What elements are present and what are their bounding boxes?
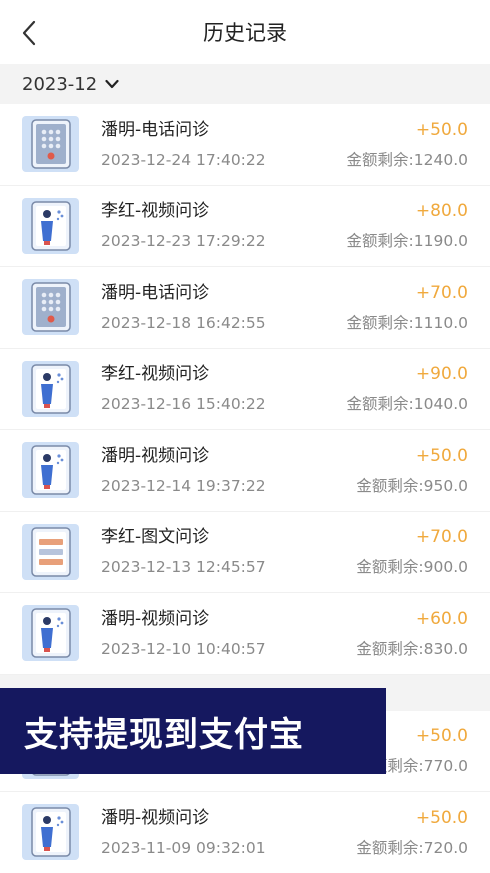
phone-keypad-icon: [30, 119, 71, 169]
record-amounts: +70.0 金额剩余:1110.0: [347, 282, 468, 333]
record-time: 2023-12-10 10:40:57: [101, 639, 266, 658]
record-title: 潘明-视频问诊: [101, 807, 210, 828]
consult-thumbnail: [22, 605, 79, 662]
record-balance: 金额剩余:830.0: [356, 639, 468, 658]
record-row[interactable]: 潘明-电话问诊 2023-12-24 17:40:22 +50.0 金额剩余:1…: [0, 104, 490, 186]
consult-thumbnail: [22, 116, 79, 173]
record-row[interactable]: 李红-图文问诊 2023-12-13 12:45:57 +70.0 金额剩余:9…: [0, 511, 490, 593]
record-amounts: +50.0 金额剩余:720.0: [356, 807, 468, 858]
record-info: 李红-图文问诊 2023-12-13 12:45:57: [101, 526, 356, 577]
consult-thumbnail: [22, 279, 79, 336]
record-amounts: +80.0 金额剩余:1190.0: [347, 200, 468, 251]
consult-thumbnail: [22, 442, 79, 499]
record-amounts: +90.0 金额剩余:1040.0: [347, 363, 468, 414]
record-row[interactable]: 李红-视频问诊 2023-12-23 17:29:22 +80.0 金额剩余:1…: [0, 185, 490, 267]
record-amount: +70.0: [415, 282, 468, 303]
record-amounts: +50.0 金额剩余:950.0: [356, 445, 468, 496]
record-balance: 金额剩余:1190.0: [346, 232, 468, 251]
month-selector-2023-12[interactable]: 2023-12: [0, 64, 490, 104]
record-title: 潘明-视频问诊: [101, 445, 210, 466]
video-doctor-icon: [30, 364, 71, 414]
record-time: 2023-12-16 15:40:22: [101, 395, 266, 414]
record-balance: 金额剩余:720.0: [356, 838, 468, 857]
record-time: 2023-12-24 17:40:22: [101, 150, 266, 169]
record-amount: +90.0: [415, 364, 468, 385]
record-amount: +60.0: [415, 608, 468, 629]
record-balance: 金额剩余:950.0: [356, 476, 468, 495]
record-balance: 金额剩余:1110.0: [346, 313, 468, 332]
video-doctor-icon: [30, 807, 71, 857]
consult-thumbnail: [22, 804, 79, 861]
record-info: 李红-视频问诊 2023-12-16 15:40:22: [101, 363, 347, 414]
record-row[interactable]: 潘明-电话问诊 2023-12-18 16:42:55 +70.0 金额剩余:1…: [0, 267, 490, 349]
chevron-left-icon: [22, 20, 36, 46]
record-row[interactable]: 潘明-视频问诊 2023-12-14 19:37:22 +50.0 金额剩余:9…: [0, 430, 490, 512]
video-doctor-icon: [30, 608, 71, 658]
promo-banner: 支持提现到支付宝: [0, 688, 386, 774]
phone-keypad-icon: [30, 282, 71, 332]
record-amount: +70.0: [415, 527, 468, 548]
record-time: 2023-12-13 12:45:57: [101, 558, 266, 577]
record-balance: 金额剩余:1040.0: [346, 395, 468, 414]
record-info: 潘明-电话问诊 2023-12-24 17:40:22: [101, 119, 347, 170]
chevron-down-icon: [105, 79, 119, 89]
consult-thumbnail: [22, 360, 79, 417]
record-row[interactable]: 潘明-视频问诊 2023-11-09 09:32:01 +50.0 金额剩余:7…: [0, 792, 490, 873]
record-title: 潘明-电话问诊: [101, 119, 210, 140]
record-amount: +80.0: [415, 201, 468, 222]
record-info: 潘明-视频问诊 2023-12-14 19:37:22: [101, 445, 356, 496]
record-amount: +50.0: [415, 445, 468, 466]
record-balance: 金额剩余:900.0: [356, 558, 468, 577]
record-balance: 金额剩余:1240.0: [346, 150, 468, 169]
record-info: 潘明-电话问诊 2023-12-18 16:42:55: [101, 282, 347, 333]
record-title: 潘明-电话问诊: [101, 282, 210, 303]
record-time: 2023-12-23 17:29:22: [101, 232, 266, 251]
consult-thumbnail: [22, 197, 79, 254]
record-row[interactable]: 潘明-视频问诊 2023-12-10 10:40:57 +60.0 金额剩余:8…: [0, 593, 490, 675]
record-title: 潘明-视频问诊: [101, 608, 210, 629]
consult-thumbnail: [22, 523, 79, 580]
record-amount: +50.0: [415, 807, 468, 828]
record-row[interactable]: 李红-视频问诊 2023-12-16 15:40:22 +90.0 金额剩余:1…: [0, 348, 490, 430]
record-title: 李红-视频问诊: [101, 364, 210, 385]
record-info: 潘明-视频问诊 2023-11-09 09:32:01: [101, 807, 356, 858]
record-time: 2023-12-14 19:37:22: [101, 476, 266, 495]
record-amount: +50.0: [415, 119, 468, 140]
record-title: 李红-图文问诊: [101, 527, 210, 548]
top-bar: 历史记录: [0, 0, 490, 64]
record-amounts: +50.0 金额剩余:1240.0: [347, 119, 468, 170]
record-amounts: +60.0 金额剩余:830.0: [356, 608, 468, 659]
video-doctor-icon: [30, 201, 71, 251]
record-list-december: 潘明-电话问诊 2023-12-24 17:40:22 +50.0 金额剩余:1…: [0, 104, 490, 675]
page-title: 历史记录: [203, 21, 287, 45]
record-amounts: +70.0 金额剩余:900.0: [356, 526, 468, 577]
promo-banner-text: 支持提现到支付宝: [24, 714, 304, 755]
record-time: 2023-11-09 09:32:01: [101, 838, 266, 857]
back-button[interactable]: [14, 16, 44, 50]
month-label: 2023-12: [22, 73, 98, 95]
record-title: 李红-视频问诊: [101, 201, 210, 222]
chat-document-icon: [30, 527, 71, 577]
video-doctor-icon: [30, 445, 71, 495]
record-info: 潘明-视频问诊 2023-12-10 10:40:57: [101, 608, 356, 659]
record-info: 李红-视频问诊 2023-12-23 17:29:22: [101, 200, 347, 251]
record-time: 2023-12-18 16:42:55: [101, 313, 266, 332]
